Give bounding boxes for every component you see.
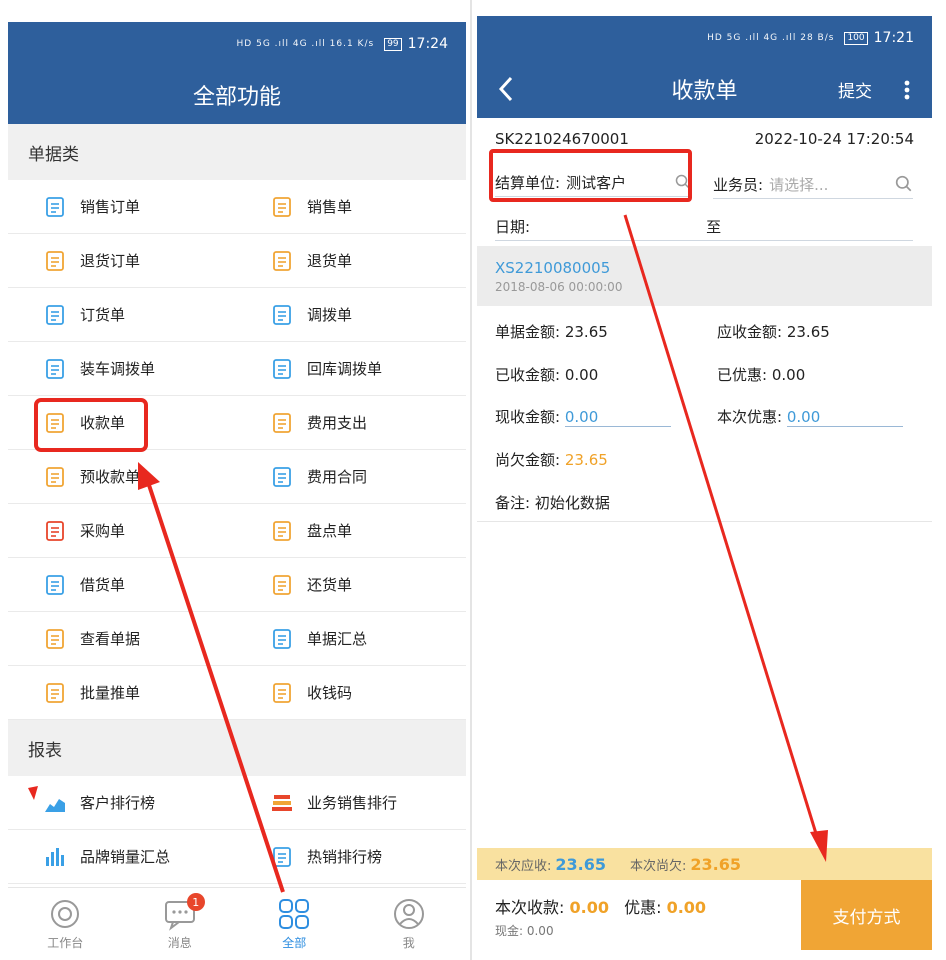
arrow-line-right xyxy=(623,214,820,841)
arrow-head-left xyxy=(138,462,160,490)
arrow-line-left xyxy=(146,481,285,893)
annotation-arrows xyxy=(28,214,828,893)
arrow-mark-small xyxy=(28,786,38,800)
arrow-head-right xyxy=(810,830,828,862)
